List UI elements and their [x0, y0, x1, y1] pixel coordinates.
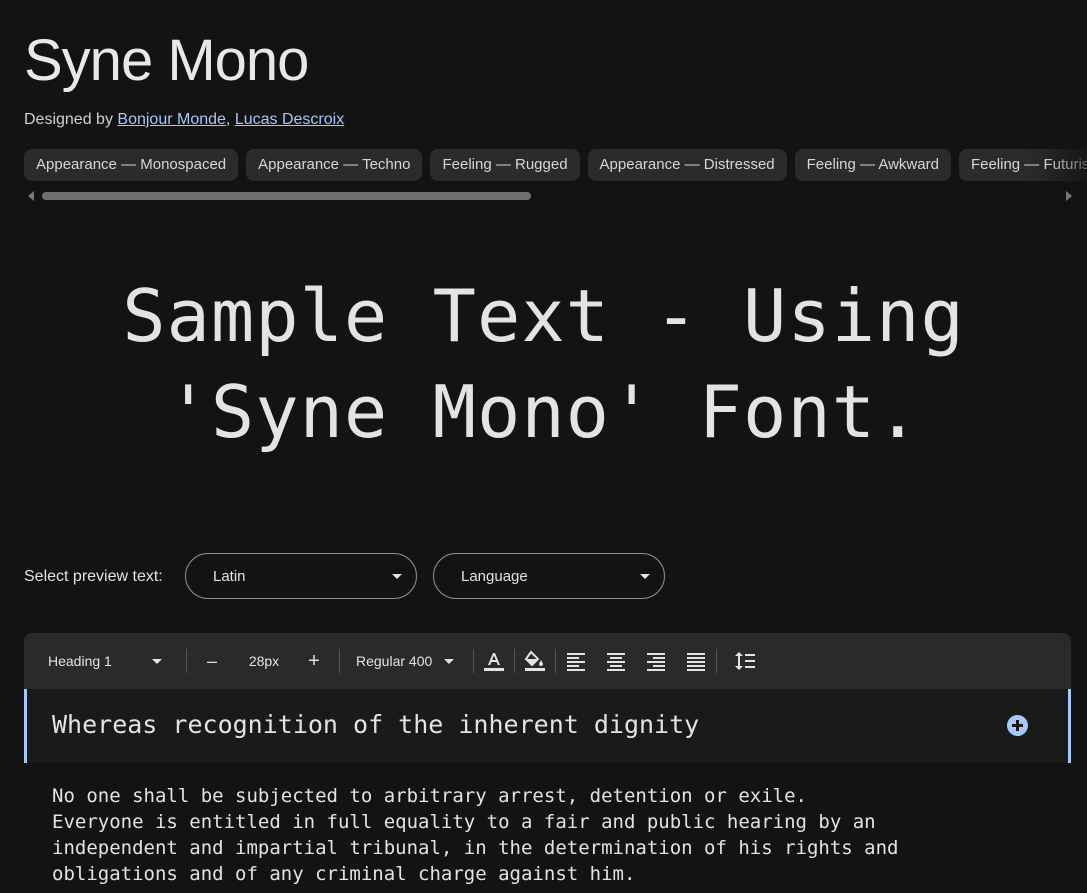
increase-size-button[interactable]: +: [304, 633, 324, 689]
body-line: independent and impartial tribunal, in t…: [52, 837, 899, 859]
designer-credit: Designed by Bonjour Monde, Lucas Descroi…: [24, 110, 344, 130]
toolbar-divider: [186, 649, 187, 673]
language-select[interactable]: Language: [433, 553, 665, 599]
body-preview-text[interactable]: No one shall be subjected to arbitrary a…: [52, 783, 1072, 887]
tag-scrollbar[interactable]: [24, 190, 1072, 202]
toolbar-divider: [514, 649, 515, 673]
toolbar-divider: [473, 649, 474, 673]
tag-chip[interactable]: Feeling — Awkward: [794, 149, 951, 181]
font-weight-select[interactable]: Regular 400: [356, 633, 456, 689]
highlight-color-icon[interactable]: [523, 649, 547, 673]
chevron-down-icon: [152, 659, 162, 664]
page-title: Syne Mono: [24, 28, 309, 93]
font-size-value[interactable]: 28px: [242, 633, 286, 689]
script-select-value: Latin: [213, 568, 246, 585]
scrollbar-thumb[interactable]: [42, 192, 531, 200]
line-height-icon[interactable]: [733, 649, 757, 673]
align-right-icon[interactable]: [644, 649, 668, 673]
scroll-right-arrow-icon[interactable]: [1066, 191, 1072, 201]
designer-link-lucas-descroix[interactable]: Lucas Descroix: [235, 111, 344, 128]
font-weight-value: Regular 400: [356, 653, 433, 669]
heading-preview-text[interactable]: Whereas recognition of the inherent dign…: [52, 707, 699, 743]
body-line: obligations and of any criminal charge a…: [52, 863, 636, 885]
align-justify-icon[interactable]: [684, 649, 708, 673]
align-center-icon[interactable]: [604, 649, 628, 673]
tag-list: Appearance — Monospaced Appearance — Tec…: [24, 149, 1087, 183]
scroll-left-arrow-icon[interactable]: [28, 191, 34, 201]
text-color-icon[interactable]: [482, 649, 506, 673]
designed-by-label: Designed by: [24, 111, 113, 128]
language-select-placeholder: Language: [461, 568, 528, 585]
sample-text-line-2: 'Syne Mono' Font.: [166, 370, 921, 454]
tag-chip[interactable]: Feeling — Rugged: [430, 149, 580, 181]
text-style-select[interactable]: Heading 1: [48, 633, 180, 689]
designer-separator: ,: [225, 111, 231, 128]
tag-chip[interactable]: Appearance — Distressed: [587, 149, 787, 181]
tag-chip[interactable]: Appearance — Monospaced: [24, 149, 239, 181]
add-circle-icon[interactable]: [1007, 715, 1028, 736]
font-specimen-page: Syne Mono Designed by Bonjour Monde, Luc…: [0, 0, 1087, 893]
toolbar-divider: [339, 649, 340, 673]
preview-text-label: Select preview text:: [24, 568, 163, 585]
designer-link-bonjour-monde[interactable]: Bonjour Monde: [117, 111, 226, 128]
editor-toolbar: Heading 1 – 28px + Regular 400: [24, 633, 1071, 689]
chevron-down-icon: [640, 574, 650, 579]
chevron-down-icon: [444, 659, 454, 664]
sample-text-preview: Sample Text - Using 'Syne Mono' Font.: [40, 268, 1047, 460]
sample-text-line-1: Sample Text - Using: [122, 274, 965, 358]
script-select[interactable]: Latin: [185, 553, 417, 599]
tag-chip[interactable]: Feeling — Futuristic: [958, 149, 1087, 181]
toolbar-divider: [555, 649, 556, 673]
align-left-icon[interactable]: [564, 649, 588, 673]
tag-chip[interactable]: Appearance — Techno: [246, 149, 423, 181]
chevron-down-icon: [392, 574, 402, 579]
toolbar-divider: [716, 649, 717, 673]
text-style-value: Heading 1: [48, 653, 112, 669]
heading-preview-row[interactable]: Whereas recognition of the inherent dign…: [24, 689, 1071, 763]
body-line: Everyone is entitled in full equality to…: [52, 811, 876, 833]
decrease-size-button[interactable]: –: [202, 633, 222, 689]
body-line: No one shall be subjected to arbitrary a…: [52, 785, 807, 807]
